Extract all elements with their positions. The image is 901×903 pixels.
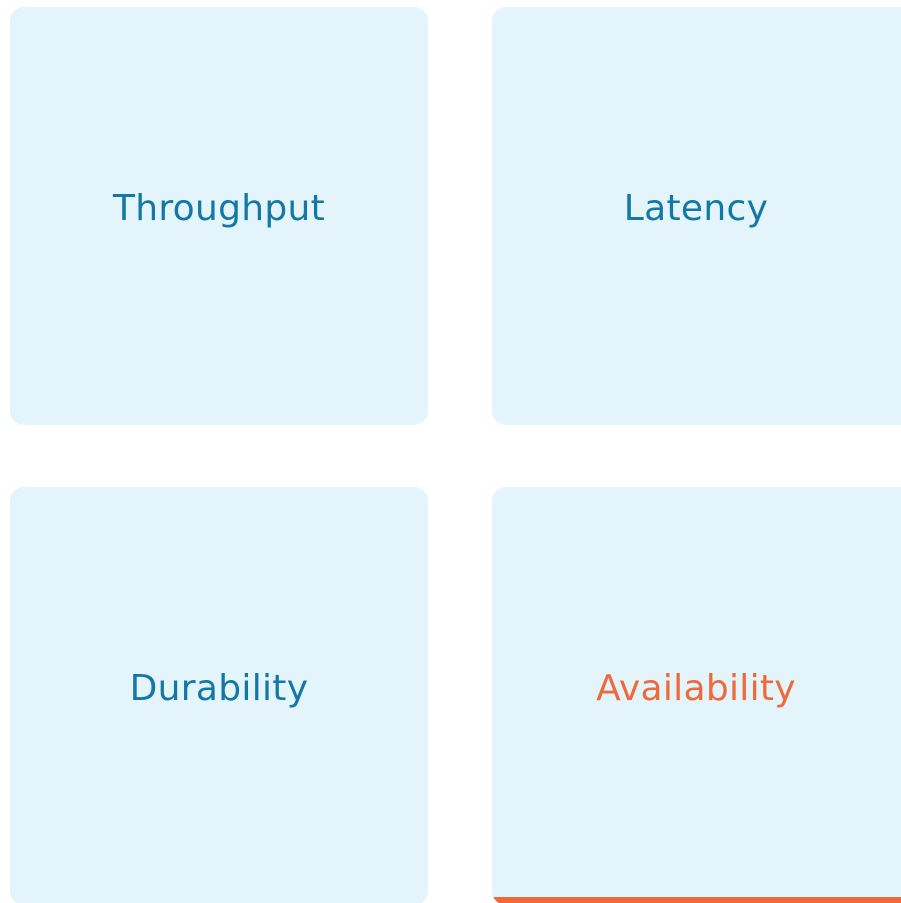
metric-tile-grid: Throughput Latency Durability Availabili… xyxy=(0,0,901,903)
tile-availability[interactable]: Availability xyxy=(492,487,901,903)
active-tile-indicator xyxy=(492,897,901,903)
tile-durability[interactable]: Durability xyxy=(10,487,428,903)
tile-label-latency: Latency xyxy=(623,187,769,229)
tile-latency[interactable]: Latency xyxy=(492,7,901,425)
tile-label-availability: Availability xyxy=(596,667,796,709)
tile-label-durability: Durability xyxy=(129,667,309,709)
tile-throughput[interactable]: Throughput xyxy=(10,7,428,425)
tile-label-throughput: Throughput xyxy=(112,187,326,229)
